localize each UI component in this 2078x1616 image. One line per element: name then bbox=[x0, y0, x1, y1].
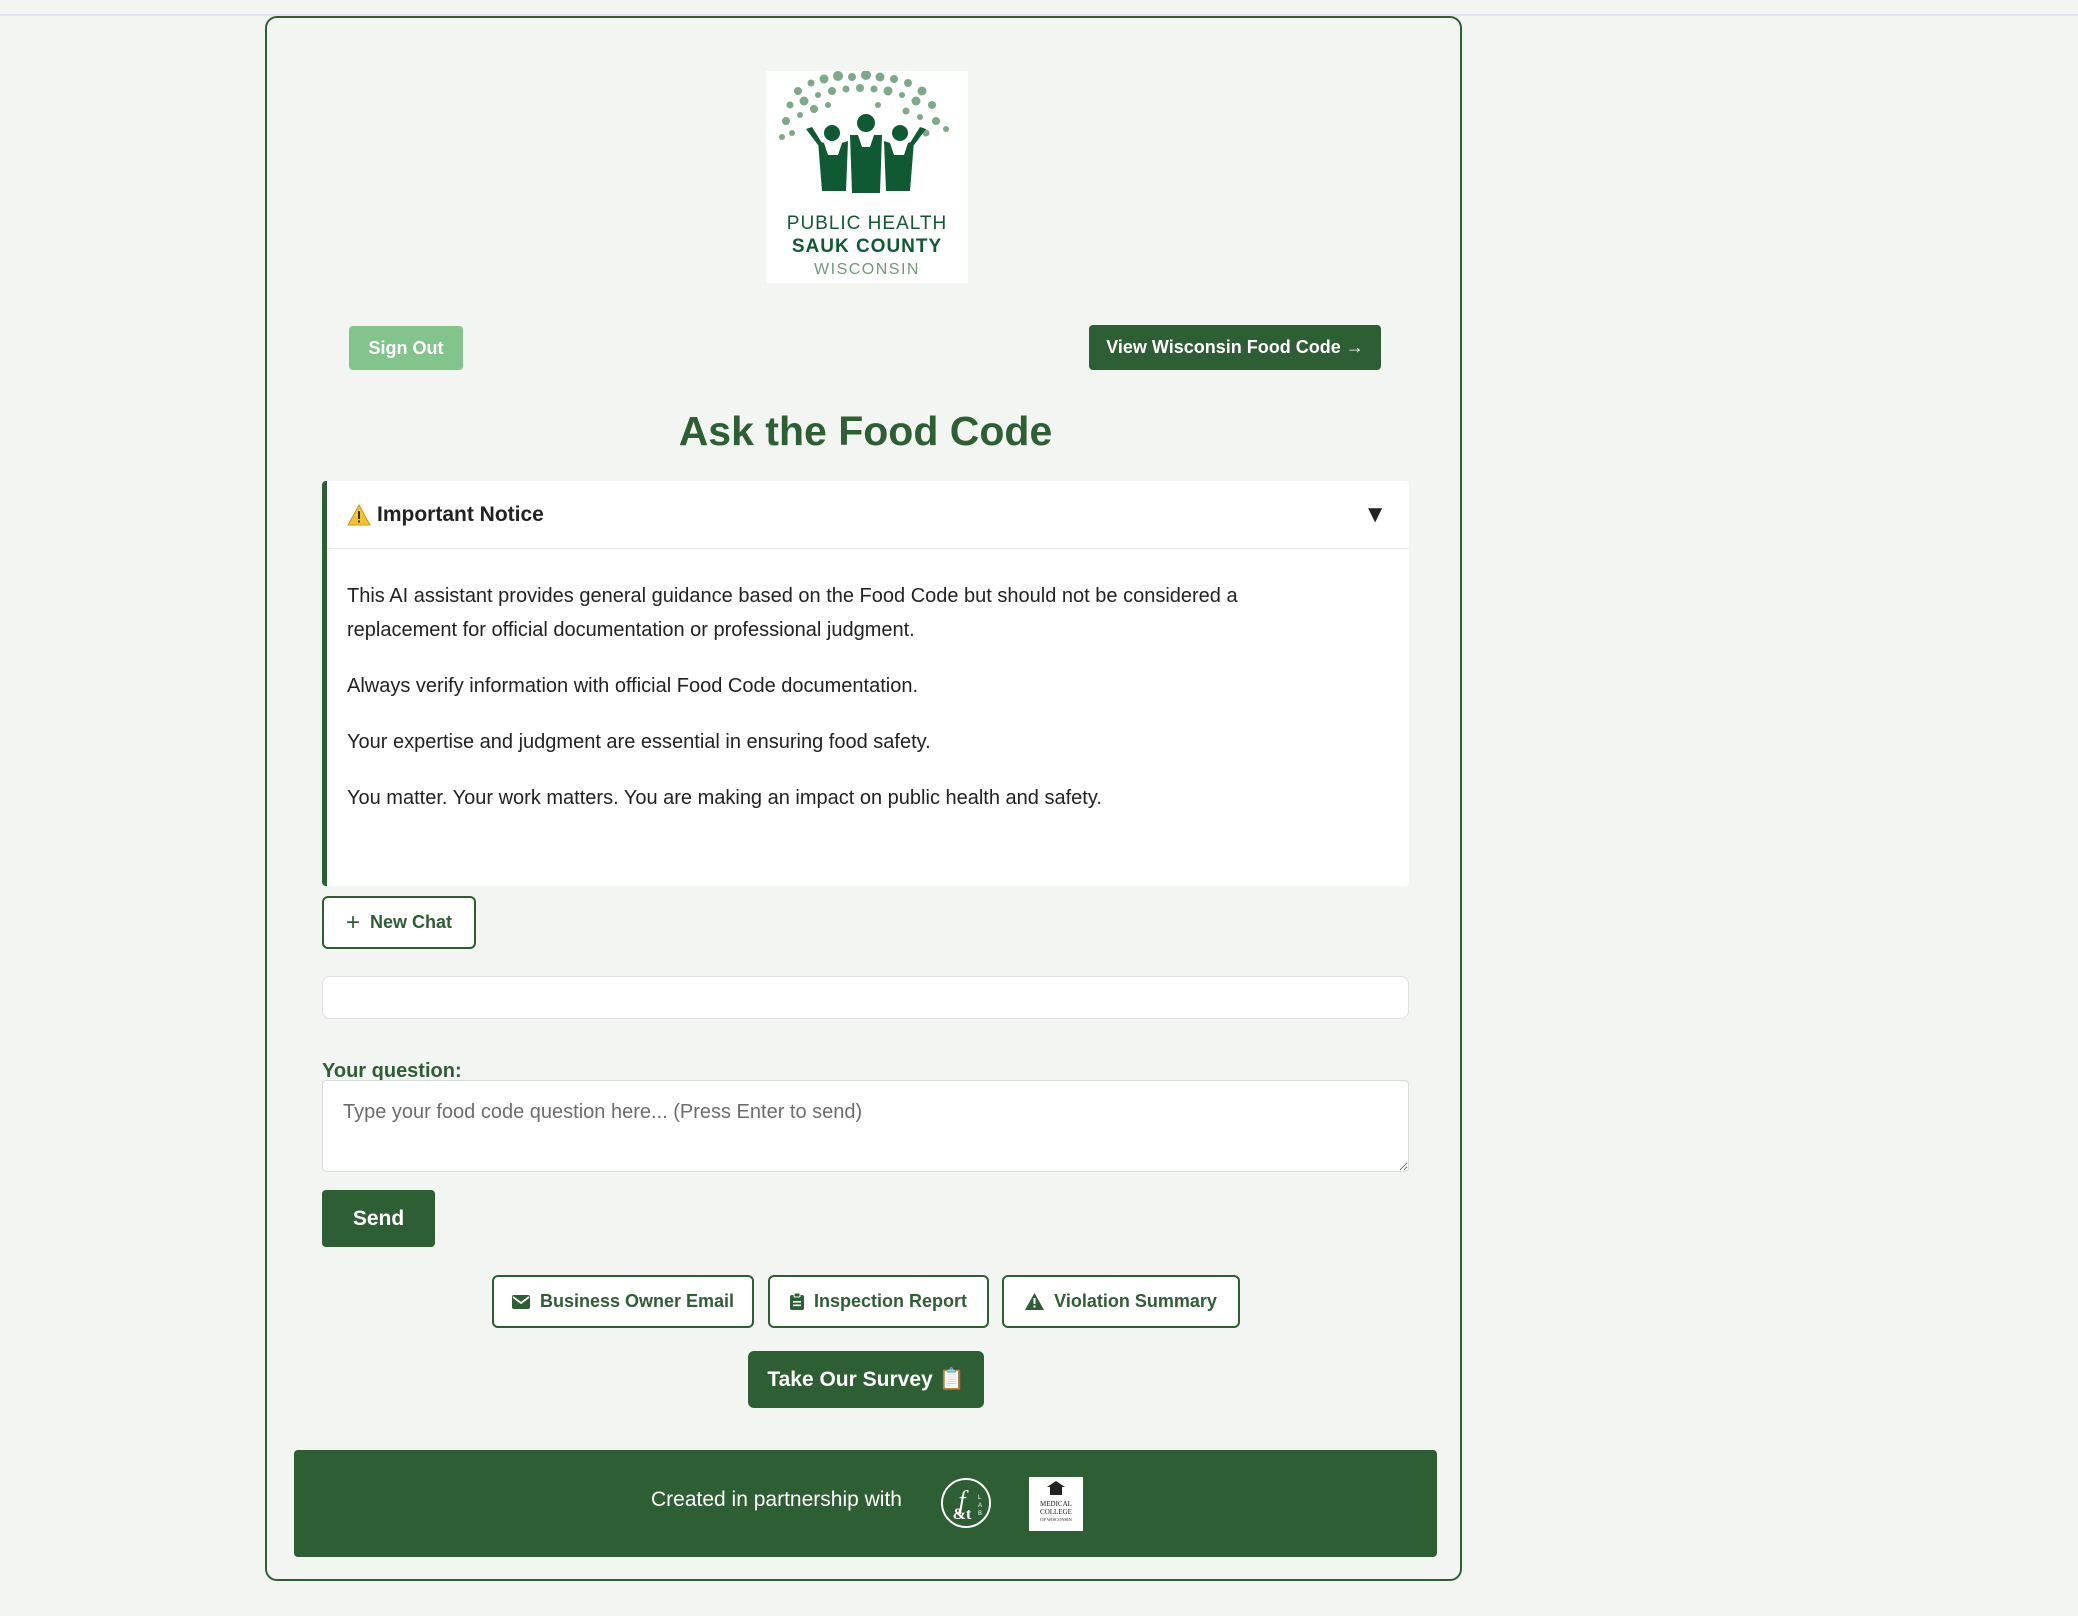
warning-triangle-icon bbox=[1025, 1293, 1045, 1310]
violation-summary-label: Violation Summary bbox=[1054, 1291, 1217, 1311]
envelope-icon bbox=[511, 1294, 530, 1309]
logo-line3: WISCONSIN bbox=[814, 261, 920, 278]
chat-history-area bbox=[322, 976, 1409, 1019]
svg-text:COLLEGE: COLLEGE bbox=[1040, 1508, 1072, 1516]
sign-out-button[interactable]: Sign Out bbox=[349, 326, 463, 370]
svg-text:&t: &t bbox=[953, 1506, 972, 1523]
send-button[interactable]: Send bbox=[322, 1190, 435, 1247]
notice-body: This AI assistant provides general guida… bbox=[327, 549, 1409, 815]
svg-text:B: B bbox=[978, 1511, 982, 1517]
plus-icon: + bbox=[345, 908, 360, 936]
business-owner-email-button[interactable]: Business Owner Email bbox=[492, 1275, 754, 1328]
view-food-code-button[interactable]: View Wisconsin Food Code → bbox=[1089, 325, 1381, 370]
inspection-report-button[interactable]: Inspection Report bbox=[768, 1275, 989, 1328]
notice-paragraph: You matter. Your work matters. You are m… bbox=[347, 787, 1102, 809]
public-health-logo: PUBLIC HEALTH SAUK COUNTY WISCONSIN bbox=[766, 71, 968, 283]
logo-line2: SAUK COUNTY bbox=[792, 236, 942, 257]
new-chat-button[interactable]: + New Chat bbox=[322, 896, 476, 949]
notice-title: Important Notice bbox=[377, 502, 544, 526]
partner-labs-logo[interactable]: f &t L A B bbox=[940, 1477, 992, 1529]
new-chat-label: New Chat bbox=[370, 912, 453, 932]
business-owner-email-label: Business Owner Email bbox=[539, 1291, 735, 1311]
svg-text:MEDICAL: MEDICAL bbox=[1040, 1500, 1072, 1508]
medical-college-logo[interactable]: MEDICAL COLLEGE OF WISCONSIN bbox=[1029, 1477, 1083, 1531]
logo-line1: PUBLIC HEALTH bbox=[787, 213, 947, 234]
page-title: Ask the Food Code bbox=[678, 408, 1053, 454]
inspection-report-label: Inspection Report bbox=[813, 1291, 967, 1311]
notice-paragraph: Your expertise and judgment are essentia… bbox=[347, 731, 931, 753]
take-survey-button[interactable]: Take Our Survey 📋 bbox=[748, 1351, 984, 1408]
browser-top-edge bbox=[0, 0, 2078, 16]
svg-text:OF WISCONSIN: OF WISCONSIN bbox=[1040, 1517, 1073, 1522]
svg-text:L: L bbox=[978, 1495, 982, 1501]
warning-icon bbox=[347, 503, 371, 526]
collapse-toggle-icon[interactable]: ▼ bbox=[1363, 501, 1387, 529]
notice-paragraph: This AI assistant provides general guida… bbox=[347, 585, 1238, 641]
clipboard-icon bbox=[789, 1293, 804, 1310]
partnership-text: Created in partnership with bbox=[651, 1488, 902, 1511]
main-card: PUBLIC HEALTH SAUK COUNTY WISCONSIN Sign… bbox=[265, 16, 1462, 1581]
svg-text:A: A bbox=[978, 1503, 982, 1509]
notice-header[interactable]: Important Notice ▼ bbox=[327, 481, 1409, 549]
question-input[interactable] bbox=[322, 1080, 1409, 1172]
violation-summary-button[interactable]: Violation Summary bbox=[1002, 1275, 1240, 1328]
notice-paragraph: Always verify information with official … bbox=[347, 675, 919, 697]
important-notice-panel: Important Notice ▼ This AI assistant pro… bbox=[322, 481, 1409, 886]
footer: Created in partnership with f &t L A B M… bbox=[294, 1450, 1437, 1557]
